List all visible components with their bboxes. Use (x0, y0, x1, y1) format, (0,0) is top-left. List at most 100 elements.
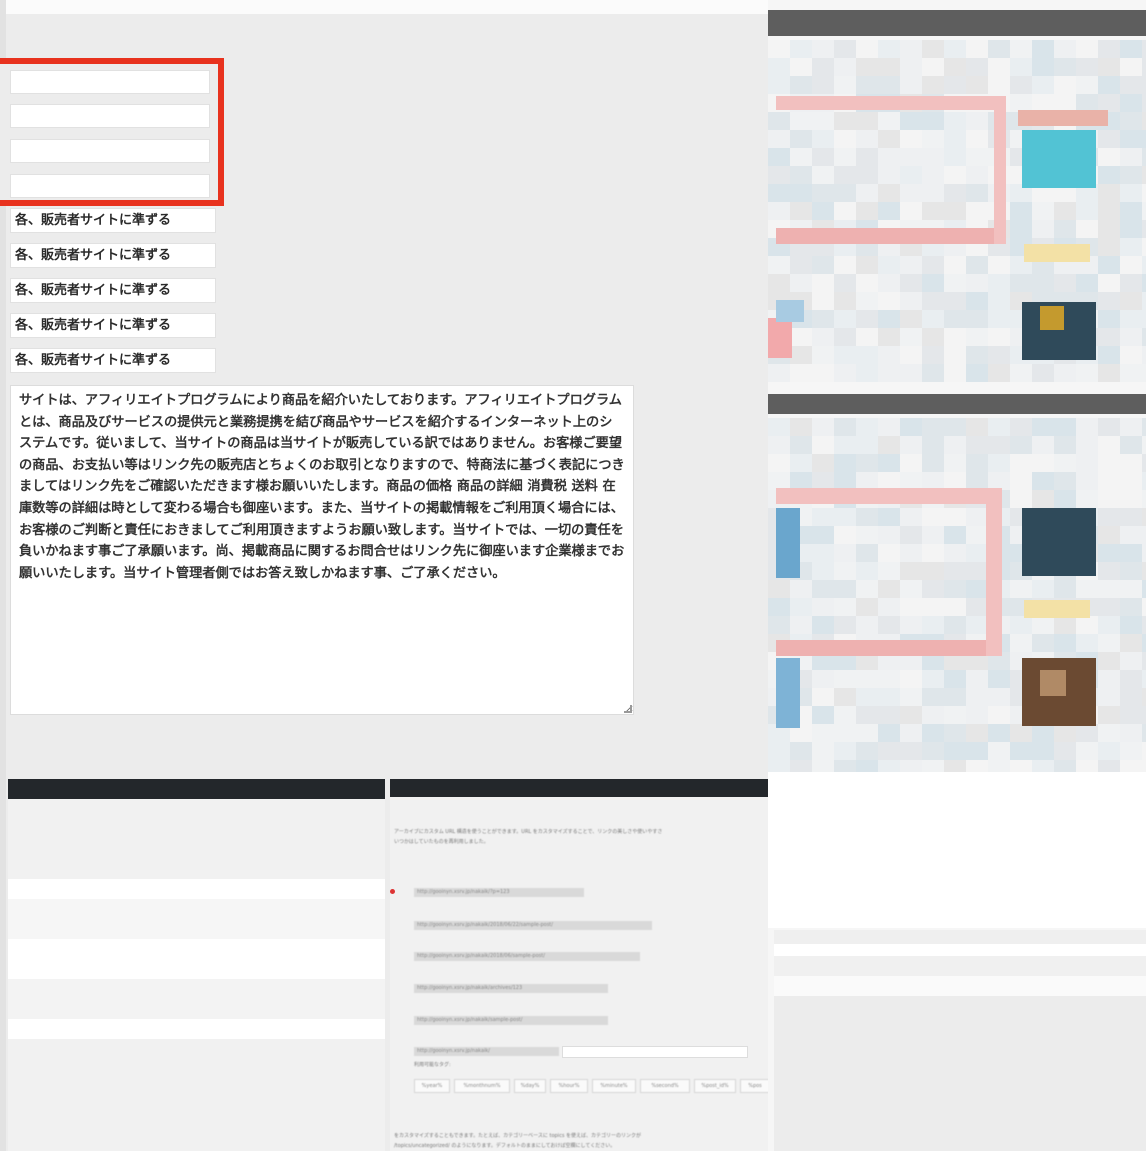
mosaic-cell (1098, 292, 1120, 310)
mosaic-cell (834, 274, 856, 292)
tag-button[interactable]: %year% (414, 1079, 450, 1093)
mosaic-cell (1010, 40, 1032, 58)
mosaic-cell (1076, 40, 1098, 58)
mosaic-cell (966, 310, 988, 328)
mosaic-cell (878, 310, 900, 328)
text-field-5[interactable]: 各、販売者サイトに準ずる (10, 348, 216, 373)
table-row (8, 899, 385, 939)
permalink-option[interactable]: http://gooinyn.xsrv.jp/nakaik/2018/06/22… (414, 921, 652, 930)
mosaic-cell (1054, 40, 1076, 58)
mosaic-cell (834, 40, 856, 58)
mosaic-cell (1098, 328, 1120, 346)
mosaic-cell (966, 40, 988, 58)
mosaic-cell (966, 724, 988, 742)
mosaic-cell (856, 58, 878, 76)
custom-structure-input[interactable] (562, 1046, 748, 1058)
mosaic-cell (922, 724, 944, 742)
mosaic-cell (1098, 688, 1120, 706)
mosaic-cell (1120, 238, 1142, 256)
blank-input-1[interactable] (10, 70, 210, 94)
mosaic-cell (944, 598, 966, 616)
mosaic-cell (1032, 202, 1054, 220)
permalink-option[interactable]: http://gooinyn.xsrv.jp/nakaik/ (414, 1047, 559, 1056)
text-field-3[interactable]: 各、販売者サイトに準ずる (10, 278, 216, 303)
text-field-2[interactable]: 各、販売者サイトに準ずる (10, 243, 216, 268)
mosaic-cell (1142, 454, 1146, 472)
mosaic-cell (856, 256, 878, 274)
mosaic-cell (856, 292, 878, 310)
mosaic-cell (856, 202, 878, 220)
mosaic-cell (944, 724, 966, 742)
blank-input-4[interactable] (10, 174, 210, 198)
mosaic-cell (900, 364, 922, 382)
mosaic-cell (812, 40, 834, 58)
text-field-4[interactable]: 各、販売者サイトに準ずる (10, 313, 216, 338)
mosaic-cell (1076, 274, 1098, 292)
mosaic-cell (1142, 688, 1146, 706)
permalink-option[interactable]: http://gooinyn.xsrv.jp/nakaik/archives/1… (414, 984, 608, 993)
mosaic-cell (1142, 598, 1146, 616)
mosaic-cell (1142, 652, 1146, 670)
mosaic-cell (768, 454, 790, 472)
mosaic-cell (900, 526, 922, 544)
mosaic-cell (900, 562, 922, 580)
mosaic-cell (790, 202, 812, 220)
mosaic-cell (900, 256, 922, 274)
mosaic-cell (922, 508, 944, 526)
mosaic-cell (878, 40, 900, 58)
mosaic-cell (812, 706, 834, 724)
mosaic-cell (900, 76, 922, 94)
tag-button[interactable]: %hour% (550, 1079, 588, 1093)
mosaic-cell (1076, 634, 1098, 652)
mosaic-cell (1076, 472, 1098, 490)
mosaic-cell (878, 292, 900, 310)
mosaic-cell (812, 742, 834, 760)
mosaic-cell (1142, 220, 1146, 238)
tag-button[interactable]: %minute% (592, 1079, 636, 1093)
mosaic-cell (922, 436, 944, 454)
tag-button[interactable]: %post_id% (694, 1079, 736, 1093)
tag-button[interactable]: %day% (514, 1079, 546, 1093)
tag-button[interactable]: %monthnum% (454, 1079, 510, 1093)
text-field-1[interactable]: 各、販売者サイトに準ずる (10, 208, 216, 233)
disclaimer-textarea[interactable]: サイトは、アフィリエイトプログラムにより商品を紹介いたしております。アフィリエイ… (10, 385, 634, 715)
mosaic-cell (878, 670, 900, 688)
mosaic-cell (856, 724, 878, 742)
mosaic-cell (790, 148, 812, 166)
mosaic-cell (1098, 310, 1120, 328)
pink-highlight (1018, 110, 1108, 126)
mosaic-cell (1120, 184, 1142, 202)
resize-grip[interactable] (624, 705, 632, 713)
mosaic-cell (812, 688, 834, 706)
mosaic-cell (1120, 202, 1142, 220)
mosaic-cell (988, 688, 1010, 706)
permalink-option[interactable]: http://gooinyn.xsrv.jp/nakaik/?p=123 (414, 888, 584, 897)
tag-button[interactable]: %second% (640, 1079, 690, 1093)
mosaic-cell (856, 418, 878, 436)
mosaic-cell (878, 724, 900, 742)
tag-button[interactable]: %pos (740, 1079, 770, 1093)
mosaic-cell (1010, 436, 1032, 454)
mosaic-cell (790, 166, 812, 184)
permalink-option[interactable]: http://gooinyn.xsrv.jp/nakaik/sample-pos… (414, 1016, 608, 1025)
blank-input-2[interactable] (10, 104, 210, 128)
mosaic-cell (988, 346, 1010, 364)
mosaic-cell (1054, 436, 1076, 454)
mosaic-cell (1098, 274, 1120, 292)
mosaic-cell (1120, 148, 1142, 166)
mosaic-cell (944, 58, 966, 76)
mosaic-cell (988, 454, 1010, 472)
mosaic-cell (944, 616, 966, 634)
mosaic-cell (1024, 600, 1090, 618)
mosaic-cell (922, 310, 944, 328)
blank-input-3[interactable] (10, 139, 210, 163)
mosaic-cell (1076, 58, 1098, 76)
mosaic-cell (988, 310, 1010, 328)
mosaic-cell (944, 148, 966, 166)
mosaic-cell (944, 454, 966, 472)
radio-selected[interactable] (390, 889, 395, 894)
mosaic-cell (1032, 76, 1054, 94)
mosaic-cell (856, 508, 878, 526)
mosaic-cell (1098, 490, 1120, 508)
permalink-option[interactable]: http://gooinyn.xsrv.jp/nakaik/2018/06/sa… (414, 952, 640, 961)
